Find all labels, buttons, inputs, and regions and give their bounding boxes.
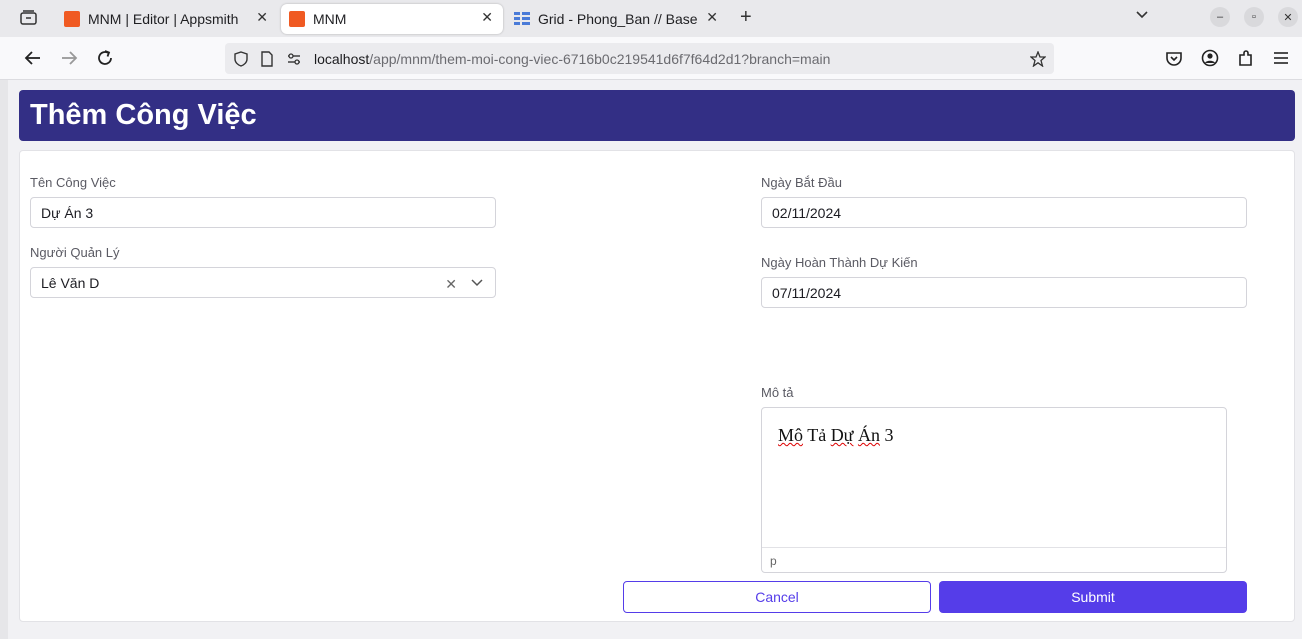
ten-cong-viec-label: Tên Công Việc	[30, 175, 116, 190]
tab-label: Grid - Phong_Ban // Base	[538, 11, 698, 27]
ten-cong-viec-value: Dự Án 3	[41, 204, 94, 221]
tab-grid-phong-ban[interactable]: Grid - Phong_Ban // Base ✕	[506, 4, 728, 34]
url-host: localhost	[314, 51, 370, 67]
mo-ta-word: Tả	[807, 425, 827, 445]
mo-ta-word: Án	[857, 425, 880, 445]
url-text[interactable]: localhost/app/mnm/them-moi-cong-viec-671…	[314, 51, 830, 67]
left-edge-strip	[0, 80, 8, 639]
ngay-bat-dau-label: Ngày Bắt Đầu	[761, 175, 842, 190]
ngay-hoan-thanh-value: 07/11/2024	[772, 284, 842, 301]
chevron-down-icon[interactable]	[471, 277, 483, 289]
baserow-favicon-icon	[514, 12, 530, 25]
mo-ta-word: 3	[884, 425, 894, 445]
close-icon[interactable]: ✕	[256, 9, 268, 26]
new-tab-plus-icon[interactable]: +	[740, 6, 752, 29]
ngay-bat-dau-datepicker[interactable]: 02/11/2024	[761, 197, 1247, 228]
tab-label: MNM | Editor | Appsmith	[88, 11, 239, 27]
chevron-down-icon[interactable]	[1135, 8, 1149, 22]
browser-tab-bar: MNM | Editor | Appsmith ✕ MNM ✕ Grid - P…	[0, 0, 1302, 37]
mo-ta-rich-text-editor[interactable]: Mô Tả Dự Án 3 p	[761, 407, 1227, 573]
form-card: Tên Công Việc Dự Án 3 Người Quản Lý Lê V…	[19, 150, 1295, 622]
extensions-puzzle-icon[interactable]	[1236, 48, 1256, 68]
window-close-icon[interactable]: ✕	[1278, 7, 1298, 27]
mo-ta-content[interactable]: Mô Tả Dự Án 3	[778, 425, 893, 446]
appsmith-favicon-icon	[64, 11, 80, 27]
mo-ta-word: Mô	[778, 425, 804, 445]
ngay-hoan-thanh-label: Ngày Hoàn Thành Dự Kiến	[761, 255, 918, 270]
submit-button[interactable]: Submit	[939, 581, 1247, 613]
page-document-icon[interactable]	[259, 51, 275, 67]
ngay-hoan-thanh-datepicker[interactable]: 07/11/2024	[761, 277, 1247, 308]
account-icon[interactable]	[1200, 48, 1220, 68]
ten-cong-viec-input[interactable]: Dự Án 3	[30, 197, 496, 228]
minimize-icon[interactable]: –	[1210, 7, 1230, 27]
shield-icon[interactable]	[233, 51, 249, 67]
back-arrow-icon[interactable]	[23, 48, 43, 68]
permissions-icon[interactable]	[286, 51, 302, 67]
forward-arrow-icon[interactable]	[59, 48, 79, 68]
editor-status-bar: p	[762, 547, 1226, 572]
menu-hamburger-icon[interactable]	[1271, 48, 1291, 68]
tab-label: MNM	[313, 11, 347, 27]
close-icon[interactable]: ✕	[703, 9, 718, 26]
cancel-button[interactable]: Cancel	[623, 581, 931, 613]
url-path: /app/mnm/them-moi-cong-viec-6716b0c21954…	[369, 51, 831, 67]
close-icon[interactable]: ✕	[481, 9, 493, 26]
tab-overview-icon[interactable]	[20, 10, 37, 25]
page-title: Thêm Công Việc	[30, 99, 257, 131]
nguoi-quan-ly-value: Lê Văn D	[41, 274, 100, 291]
browser-navigation-bar: localhost/app/mnm/them-moi-cong-viec-671…	[0, 37, 1302, 80]
maximize-icon[interactable]: ▫	[1244, 7, 1264, 27]
tab-mnm-editor[interactable]: MNM | Editor | Appsmith ✕	[56, 4, 278, 34]
page-header: Thêm Công Việc	[19, 90, 1295, 141]
mo-ta-label: Mô tả	[761, 385, 794, 400]
nguoi-quan-ly-select[interactable]: Lê Văn D ✕	[30, 267, 496, 298]
url-bar[interactable]: localhost/app/mnm/them-moi-cong-viec-671…	[225, 43, 1054, 74]
ngay-bat-dau-value: 02/11/2024	[772, 204, 842, 221]
bookmark-star-icon[interactable]	[1030, 51, 1046, 67]
tab-mnm[interactable]: MNM ✕	[281, 4, 503, 34]
app-page: Thêm Công Việc Tên Công Việc Dự Án 3 Ngư…	[0, 80, 1302, 639]
appsmith-favicon-icon	[289, 11, 305, 27]
pocket-icon[interactable]	[1164, 48, 1184, 68]
clear-icon[interactable]: ✕	[445, 276, 457, 293]
nguoi-quan-ly-label: Người Quản Lý	[30, 245, 120, 260]
mo-ta-word: Dự	[830, 425, 854, 445]
reload-icon[interactable]	[95, 48, 115, 68]
